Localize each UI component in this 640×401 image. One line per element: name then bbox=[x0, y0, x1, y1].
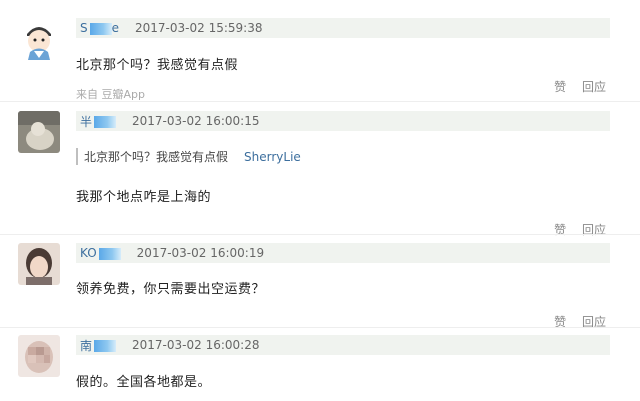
photo-avatar-icon bbox=[18, 111, 60, 153]
comment-actions: 赞 回应 bbox=[542, 221, 606, 238]
avatar[interactable] bbox=[18, 243, 60, 285]
comment-source: 来自 豆瓣App bbox=[76, 88, 145, 101]
censor-block bbox=[94, 340, 117, 352]
censor-block bbox=[94, 116, 117, 128]
comment-actions: 赞 回应 bbox=[542, 78, 606, 95]
avatar[interactable] bbox=[18, 111, 60, 153]
comment-time: 2017-03-02 16:00:15 bbox=[132, 114, 260, 128]
comment-text: 假的。全国各地都是。 bbox=[76, 375, 212, 390]
divider bbox=[0, 327, 640, 328]
author-name-text: S bbox=[80, 21, 88, 35]
author-name-text: 半 bbox=[80, 114, 93, 129]
avatar[interactable] bbox=[18, 335, 60, 377]
comment-header: 南 2017-03-02 16:00:28 bbox=[76, 335, 610, 355]
censor-block bbox=[98, 247, 121, 260]
quote-text: 北京那个吗？我感觉有点假 bbox=[84, 150, 229, 164]
author-name[interactable]: KO bbox=[80, 246, 121, 260]
author-name-tail: e bbox=[111, 21, 120, 35]
blurred-avatar-icon bbox=[18, 335, 60, 377]
photo-avatar-icon bbox=[18, 243, 60, 285]
comment-time: 2017-03-02 16:00:19 bbox=[136, 246, 265, 260]
quoted-comment: 北京那个吗？我感觉有点假 SherryLie bbox=[76, 148, 301, 165]
cartoon-avatar-icon bbox=[18, 18, 60, 60]
comment-time: 2017-03-02 15:59:38 bbox=[135, 21, 263, 35]
author-name-text: KO bbox=[80, 246, 97, 260]
comment-header: KO 2017-03-02 16:00:19 bbox=[76, 243, 610, 263]
author-name[interactable]: 半 bbox=[80, 113, 117, 130]
divider bbox=[0, 101, 640, 102]
comment-text: 我那个地点咋是上海的 bbox=[76, 190, 212, 205]
quote-author[interactable]: SherryLie bbox=[244, 150, 301, 164]
censor-block bbox=[89, 22, 112, 35]
comment-header: Se 2017-03-02 15:59:38 bbox=[76, 18, 610, 38]
avatar[interactable] bbox=[18, 18, 60, 60]
author-name[interactable]: Se bbox=[80, 21, 119, 35]
like-button[interactable]: 赞 bbox=[554, 80, 566, 94]
comment-header: 半 2017-03-02 16:00:15 bbox=[76, 111, 610, 131]
reply-button[interactable]: 回应 bbox=[582, 80, 606, 94]
comment-text: 领养免费，你只需要出空运费？ bbox=[76, 282, 266, 297]
divider bbox=[0, 234, 640, 235]
comment-time: 2017-03-02 16:00:28 bbox=[132, 338, 260, 352]
author-name-text: 南 bbox=[80, 338, 93, 353]
author-name[interactable]: 南 bbox=[80, 337, 117, 354]
comment-text: 北京那个吗？我感觉有点假 bbox=[76, 58, 239, 73]
